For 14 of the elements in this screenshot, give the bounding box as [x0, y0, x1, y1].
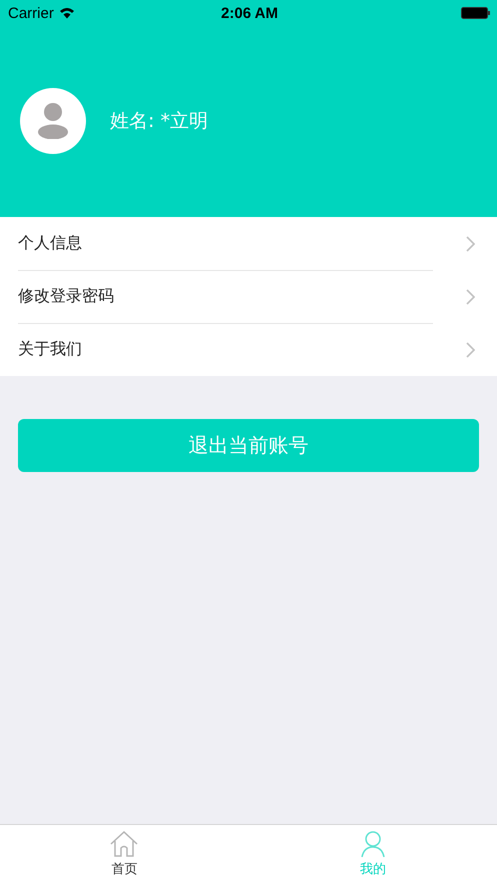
- chevron-icon: [466, 288, 475, 304]
- home-icon: [109, 830, 140, 858]
- menu-item[interactable]: 关于我们: [0, 323, 497, 376]
- menu-item[interactable]: 个人信息: [0, 217, 497, 270]
- chevron-icon: [466, 236, 475, 252]
- battery-icon: [461, 7, 491, 19]
- chevron-icon: [466, 342, 475, 358]
- clock-time: 2:06 AM: [221, 4, 278, 22]
- person-icon: [360, 830, 386, 858]
- menu-item[interactable]: 修改登录密码: [0, 270, 497, 323]
- user-name: 姓名: *立明: [110, 109, 208, 134]
- wifi-icon: [58, 7, 75, 19]
- tab-item[interactable]: 首页: [0, 825, 248, 883]
- carrier-label: Carrier: [8, 4, 54, 22]
